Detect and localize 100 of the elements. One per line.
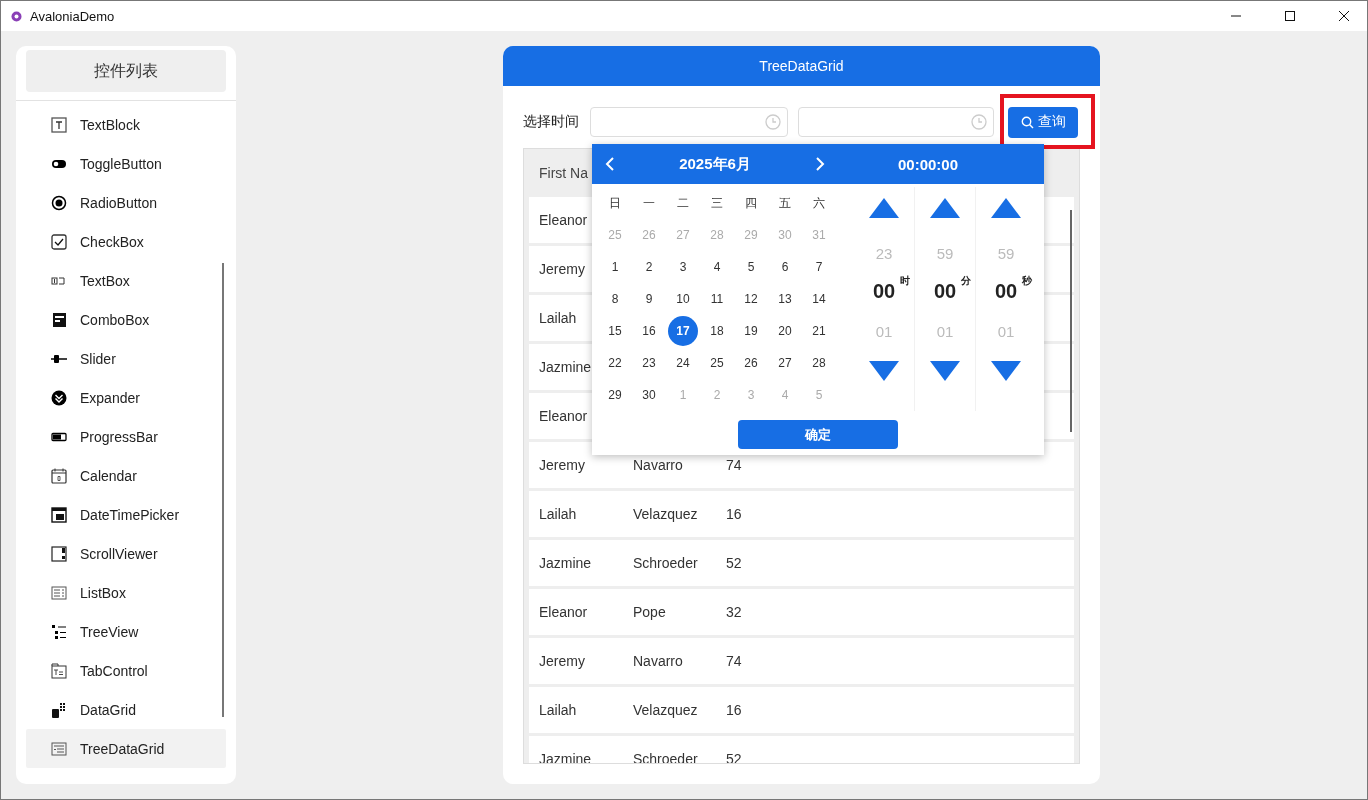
sidebar-item[interactable]: ScrollViewer bbox=[26, 534, 226, 573]
table-cell: Velazquez bbox=[633, 506, 698, 522]
calendar-day[interactable]: 15 bbox=[600, 316, 630, 346]
sidebar-item[interactable]: TreeDataGrid bbox=[26, 729, 226, 768]
calendar-day[interactable]: 24 bbox=[668, 348, 698, 378]
calendar-day[interactable]: 18 bbox=[702, 316, 732, 346]
calendar-day[interactable]: 22 bbox=[600, 348, 630, 378]
previous-value: 59 bbox=[936, 245, 954, 262]
calendar-day[interactable]: 2 bbox=[634, 252, 664, 282]
calendar-day[interactable]: 27 bbox=[770, 348, 800, 378]
calendar-day[interactable]: 25 bbox=[702, 348, 732, 378]
sidebar-item[interactable]: RadioButton bbox=[26, 183, 226, 222]
decrement-button[interactable] bbox=[929, 360, 961, 382]
confirm-button[interactable]: 确定 bbox=[738, 420, 898, 449]
sidebar-item-label: Calendar bbox=[80, 467, 137, 484]
calendar-day[interactable]: 30 bbox=[634, 380, 664, 410]
table-cell: Velazquez bbox=[633, 702, 698, 718]
increment-button[interactable] bbox=[868, 197, 900, 219]
scrollbar[interactable] bbox=[1070, 210, 1072, 432]
start-time-field[interactable] bbox=[590, 107, 788, 137]
calendar-day[interactable]: 14 bbox=[804, 284, 834, 314]
weekday-label: 四 bbox=[745, 194, 757, 212]
sidebar-item-label: ComboBox bbox=[80, 311, 150, 328]
next-value: 01 bbox=[997, 323, 1015, 340]
calendar-day[interactable]: 3 bbox=[668, 252, 698, 282]
sidebar-item-label: TextBlock bbox=[80, 116, 140, 133]
table-row[interactable]: Jazmine Schroeder 52 bbox=[529, 540, 1074, 586]
calendar-day[interactable]: 20 bbox=[770, 316, 800, 346]
sidebar-item-label: TextBox bbox=[80, 272, 130, 289]
sidebar-item[interactable]: TextBox bbox=[26, 261, 226, 300]
previous-value: 23 bbox=[875, 245, 893, 262]
calendar-day[interactable]: 29 bbox=[600, 380, 630, 410]
decrement-button[interactable] bbox=[868, 360, 900, 382]
calendar-day[interactable]: 1 bbox=[600, 252, 630, 282]
decrement-button[interactable] bbox=[990, 360, 1022, 382]
increment-button[interactable] bbox=[990, 197, 1022, 219]
end-time-field[interactable] bbox=[798, 107, 994, 137]
calendar-day[interactable]: 21 bbox=[804, 316, 834, 346]
calendar-icon bbox=[50, 466, 68, 485]
date-picker-icon bbox=[50, 505, 68, 524]
sidebar-item[interactable]: ToggleButton bbox=[26, 144, 226, 183]
calendar-day[interactable]: 7 bbox=[804, 252, 834, 282]
query-button[interactable]: 查询 bbox=[1008, 106, 1078, 138]
sidebar-item[interactable]: Expander bbox=[26, 378, 226, 417]
chevron-left-icon bbox=[605, 157, 615, 171]
calendar-day[interactable]: 16 bbox=[634, 316, 664, 346]
tree-grid-icon bbox=[50, 739, 68, 758]
sidebar-item[interactable]: Slider bbox=[26, 339, 226, 378]
sidebar-item[interactable]: Calendar bbox=[26, 456, 226, 495]
card-title: TreeDataGrid bbox=[503, 46, 1100, 86]
calendar-day[interactable]: 8 bbox=[600, 284, 630, 314]
table-row[interactable]: Lailah Velazquez 16 bbox=[529, 491, 1074, 537]
table-row[interactable]: Lailah Velazquez 16 bbox=[529, 687, 1074, 733]
calendar-day[interactable]: 5 bbox=[736, 252, 766, 282]
calendar-day[interactable]: 13 bbox=[770, 284, 800, 314]
tab-control-icon bbox=[50, 661, 68, 680]
maximize-icon bbox=[1285, 11, 1295, 21]
sidebar-item[interactable]: CheckBox bbox=[26, 222, 226, 261]
sidebar-item[interactable]: ListBox bbox=[26, 573, 226, 612]
time-label: 选择时间 bbox=[523, 113, 580, 131]
weekday-label: 二 bbox=[677, 194, 689, 212]
weekday-label: 五 bbox=[779, 194, 791, 212]
sidebar-item[interactable]: DateTimePicker bbox=[26, 495, 226, 534]
sidebar-item[interactable]: TreeView bbox=[26, 612, 226, 651]
calendar-day[interactable]: 6 bbox=[770, 252, 800, 282]
table-cell: 16 bbox=[726, 506, 742, 522]
table-cell: Eleanor bbox=[539, 604, 588, 620]
table-cell: Pope bbox=[633, 604, 666, 620]
calendar-day[interactable]: 19 bbox=[736, 316, 766, 346]
calendar-day[interactable]: 11 bbox=[702, 284, 732, 314]
checkbox-icon bbox=[50, 232, 68, 251]
table-row[interactable]: Eleanor Pope 32 bbox=[529, 589, 1074, 635]
sidebar-item-label: ScrollViewer bbox=[80, 545, 158, 562]
calendar-day[interactable]: 4 bbox=[702, 252, 732, 282]
calendar-day[interactable]: 10 bbox=[668, 284, 698, 314]
sidebar-item[interactable]: ProgressBar bbox=[26, 417, 226, 456]
table-row[interactable]: Jeremy Navarro 74 bbox=[529, 638, 1074, 684]
sidebar-item-label: CheckBox bbox=[80, 233, 144, 250]
previous-value: 59 bbox=[997, 245, 1015, 262]
sidebar-item[interactable]: TabControl bbox=[26, 651, 226, 690]
sidebar-item-label: RadioButton bbox=[80, 194, 158, 211]
increment-button[interactable] bbox=[929, 197, 961, 219]
window-title: AvaloniaDemo bbox=[30, 8, 116, 24]
list-box-icon bbox=[50, 583, 68, 602]
calendar-day[interactable]: 28 bbox=[804, 348, 834, 378]
calendar-day[interactable]: 17 bbox=[668, 316, 698, 346]
tree-view-icon bbox=[50, 622, 68, 641]
calendar-day[interactable]: 9 bbox=[634, 284, 664, 314]
table-cell: Jeremy bbox=[539, 653, 585, 669]
table-cell: Eleanor bbox=[539, 212, 588, 228]
calendar-day[interactable]: 12 bbox=[736, 284, 766, 314]
close-icon bbox=[1339, 11, 1349, 21]
sidebar-item[interactable]: TextBlock bbox=[26, 105, 226, 144]
calendar-day[interactable]: 26 bbox=[736, 348, 766, 378]
sidebar-item[interactable]: DataGrid bbox=[26, 690, 226, 729]
unit-label: 分 bbox=[960, 274, 971, 288]
sidebar-item[interactable]: ComboBox bbox=[26, 300, 226, 339]
calendar-day[interactable]: 23 bbox=[634, 348, 664, 378]
scrollbar[interactable] bbox=[222, 263, 224, 717]
text-block-icon bbox=[50, 115, 68, 134]
